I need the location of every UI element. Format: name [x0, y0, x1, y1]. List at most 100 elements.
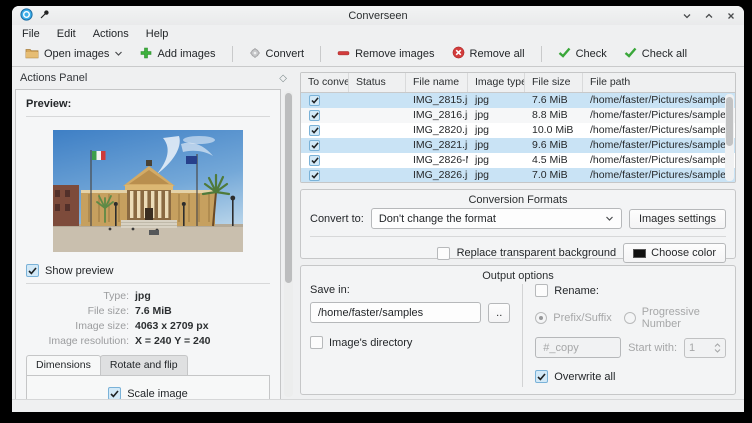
- row-convert-checkbox[interactable]: [309, 95, 320, 106]
- divider: [310, 236, 726, 237]
- tab-dimensions[interactable]: Dimensions: [26, 355, 101, 375]
- choose-color-button[interactable]: Choose color: [623, 243, 726, 263]
- tab-rotate-and-flip[interactable]: Rotate and flip: [100, 355, 188, 375]
- show-preview-checkbox[interactable]: [26, 264, 39, 277]
- cell-status: [349, 123, 406, 138]
- add-images-label: Add images: [157, 48, 215, 60]
- row-convert-checkbox[interactable]: [309, 110, 320, 121]
- cell-status: [349, 108, 406, 123]
- row-convert-checkbox[interactable]: [309, 125, 320, 136]
- minus-icon: [337, 47, 350, 62]
- window-title: Converseen: [12, 10, 744, 22]
- images-settings-button[interactable]: Images settings: [629, 209, 726, 229]
- scale-image-checkbox[interactable]: [108, 387, 121, 399]
- output-options-group: Output options Save in: /home/faster/sam…: [300, 265, 736, 395]
- menu-file[interactable]: File: [22, 28, 40, 40]
- table-scrollbar-thumb[interactable]: [726, 97, 733, 146]
- close-button[interactable]: [726, 11, 736, 21]
- app-icon: [20, 8, 33, 24]
- header-file-path[interactable]: File path: [583, 73, 735, 92]
- cell-file-path: /home/faster/Pictures/samples: [583, 108, 735, 123]
- table-header: To convert Status File name Image type F…: [301, 73, 735, 93]
- images-directory-row: Image's directory: [310, 336, 510, 349]
- header-status[interactable]: Status: [349, 73, 406, 92]
- save-path-input[interactable]: /home/faster/samples: [310, 302, 481, 323]
- cell-file-size: 10.0 MiB: [525, 123, 583, 138]
- progressive-number-radio[interactable]: [624, 312, 636, 324]
- row-convert-checkbox[interactable]: [309, 170, 320, 181]
- remove-images-button[interactable]: Remove images: [332, 45, 439, 64]
- convert-button[interactable]: Convert: [244, 45, 310, 64]
- minimize-button[interactable]: [682, 11, 692, 21]
- convert-to-label: Convert to:: [310, 213, 364, 225]
- pin-icon[interactable]: [39, 9, 50, 23]
- images-directory-checkbox[interactable]: [310, 336, 323, 349]
- panel-scrollbar-thumb[interactable]: [285, 93, 292, 283]
- info-filesize-value: 7.6 MiB: [135, 305, 270, 317]
- cell-to-convert: [301, 93, 349, 108]
- table-row[interactable]: IMG_2826.jpgjpg7.0 MiB/home/faster/Pictu…: [301, 168, 735, 183]
- rename-checkbox[interactable]: [535, 284, 548, 297]
- actions-panel-title: Actions Panel: [20, 72, 87, 84]
- table-row[interactable]: IMG_2815.jpgjpg7.6 MiB/home/faster/Pictu…: [301, 93, 735, 108]
- maximize-button[interactable]: [704, 11, 714, 21]
- show-preview-label: Show preview: [45, 265, 113, 277]
- toolbar-separator: [320, 46, 321, 62]
- row-convert-checkbox[interactable]: [309, 140, 320, 151]
- progressive-number-label: Progressive Number: [642, 306, 726, 330]
- info-resolution-label: Image resolution:: [26, 335, 129, 347]
- dimensions-tab-panel: Scale image: [26, 375, 270, 399]
- menu-actions[interactable]: Actions: [93, 28, 129, 40]
- panel-scrollbar[interactable]: [284, 91, 293, 397]
- cell-image-type: jpg: [468, 168, 525, 183]
- table-body: IMG_2815.jpgjpg7.6 MiB/home/faster/Pictu…: [301, 93, 735, 183]
- browse-button[interactable]: ..: [488, 303, 510, 323]
- spinbox-arrows[interactable]: [714, 343, 721, 353]
- status-bar: [12, 399, 744, 412]
- table-row[interactable]: IMG_2821.jpgjpg9.6 MiB/home/faster/Pictu…: [301, 138, 735, 153]
- start-with-spinbox[interactable]: 1: [684, 338, 726, 358]
- titlebar[interactable]: Converseen: [12, 6, 744, 25]
- header-to-convert[interactable]: To convert: [301, 73, 349, 92]
- conversion-formats-group: Conversion Formats Convert to: Don't cha…: [300, 189, 736, 259]
- prefix-suffix-radio[interactable]: [535, 312, 547, 324]
- menu-edit[interactable]: Edit: [57, 28, 76, 40]
- overwrite-all-row: Overwrite all: [535, 370, 726, 383]
- add-images-button[interactable]: Add images: [135, 45, 220, 64]
- cell-image-type: jpg: [468, 138, 525, 153]
- gear-icon: [249, 47, 261, 62]
- menu-help[interactable]: Help: [146, 28, 169, 40]
- remove-all-button[interactable]: Remove all: [447, 44, 530, 64]
- header-file-size[interactable]: File size: [525, 73, 583, 92]
- preview-image: [53, 130, 243, 252]
- remove-all-icon: [452, 46, 465, 62]
- table-row[interactable]: IMG_2816.jpgjpg8.8 MiB/home/faster/Pictu…: [301, 108, 735, 123]
- rename-pattern-placeholder: #_copy: [543, 342, 578, 354]
- cell-status: [349, 153, 406, 168]
- save-path-value: /home/faster/samples: [318, 307, 423, 319]
- start-with-label: Start with:: [628, 342, 677, 354]
- open-images-button[interactable]: Open images: [20, 45, 128, 64]
- rename-pattern-input[interactable]: #_copy: [535, 337, 621, 358]
- cell-status: [349, 138, 406, 153]
- table-row[interactable]: IMG_2826-Mo...jpg4.5 MiB/home/faster/Pic…: [301, 153, 735, 168]
- choose-color-label: Choose color: [651, 247, 716, 259]
- row-convert-checkbox[interactable]: [309, 155, 320, 166]
- format-select[interactable]: Don't change the format: [371, 208, 622, 229]
- header-file-name[interactable]: File name: [406, 73, 468, 92]
- overwrite-all-checkbox[interactable]: [535, 370, 548, 383]
- check-all-button[interactable]: Check all: [619, 45, 692, 63]
- chevron-down-icon: [114, 48, 123, 60]
- dock-float-icon[interactable]: ◇: [279, 73, 287, 84]
- cell-status: [349, 168, 406, 183]
- menu-bar: File Edit Actions Help: [12, 25, 744, 42]
- table-row[interactable]: IMG_2820.jpgjpg10.0 MiB/home/faster/Pict…: [301, 123, 735, 138]
- cell-image-type: jpg: [468, 93, 525, 108]
- header-image-type[interactable]: Image type: [468, 73, 525, 92]
- check-button[interactable]: Check: [553, 45, 612, 63]
- replace-transparent-checkbox[interactable]: [437, 247, 450, 260]
- rename-label: Rename:: [554, 285, 599, 297]
- cell-to-convert: [301, 108, 349, 123]
- table-scrollbar[interactable]: [725, 94, 734, 181]
- cell-file-path: /home/faster/Pictures/samples: [583, 153, 735, 168]
